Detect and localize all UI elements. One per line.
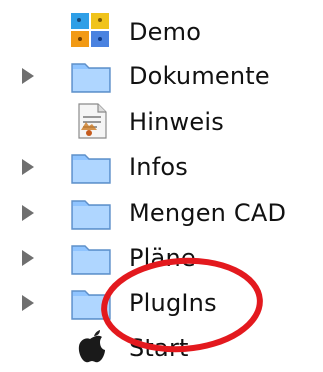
disclosure-triangle-icon[interactable] xyxy=(22,205,34,221)
list-item-infos[interactable]: Infos xyxy=(0,145,323,189)
disclosure-triangle-icon[interactable] xyxy=(22,250,34,266)
demo-app-icon xyxy=(69,12,113,52)
item-label-infos: Infos xyxy=(129,153,188,181)
list-item-hinweis[interactable]: Hinweis xyxy=(0,100,323,144)
item-label-mengen-cad: Mengen CAD xyxy=(129,199,287,227)
folder-icon xyxy=(69,56,113,96)
list-item-dokumente[interactable]: Dokumente xyxy=(0,54,323,98)
highlight-ring xyxy=(101,257,263,353)
document-icon xyxy=(69,102,113,142)
disclosure-triangle-icon[interactable] xyxy=(22,159,34,175)
item-label-hinweis: Hinweis xyxy=(129,108,224,136)
list-item-mengen-cad[interactable]: Mengen CAD xyxy=(0,191,323,235)
item-label-dokumente: Dokumente xyxy=(129,62,270,90)
disclosure-triangle-icon[interactable] xyxy=(22,68,34,84)
folder-icon xyxy=(69,193,113,233)
folder-icon xyxy=(69,147,113,187)
list-item-demo[interactable]: Demo xyxy=(0,10,323,54)
item-label-demo: Demo xyxy=(129,18,202,46)
disclosure-triangle-icon[interactable] xyxy=(22,295,34,311)
